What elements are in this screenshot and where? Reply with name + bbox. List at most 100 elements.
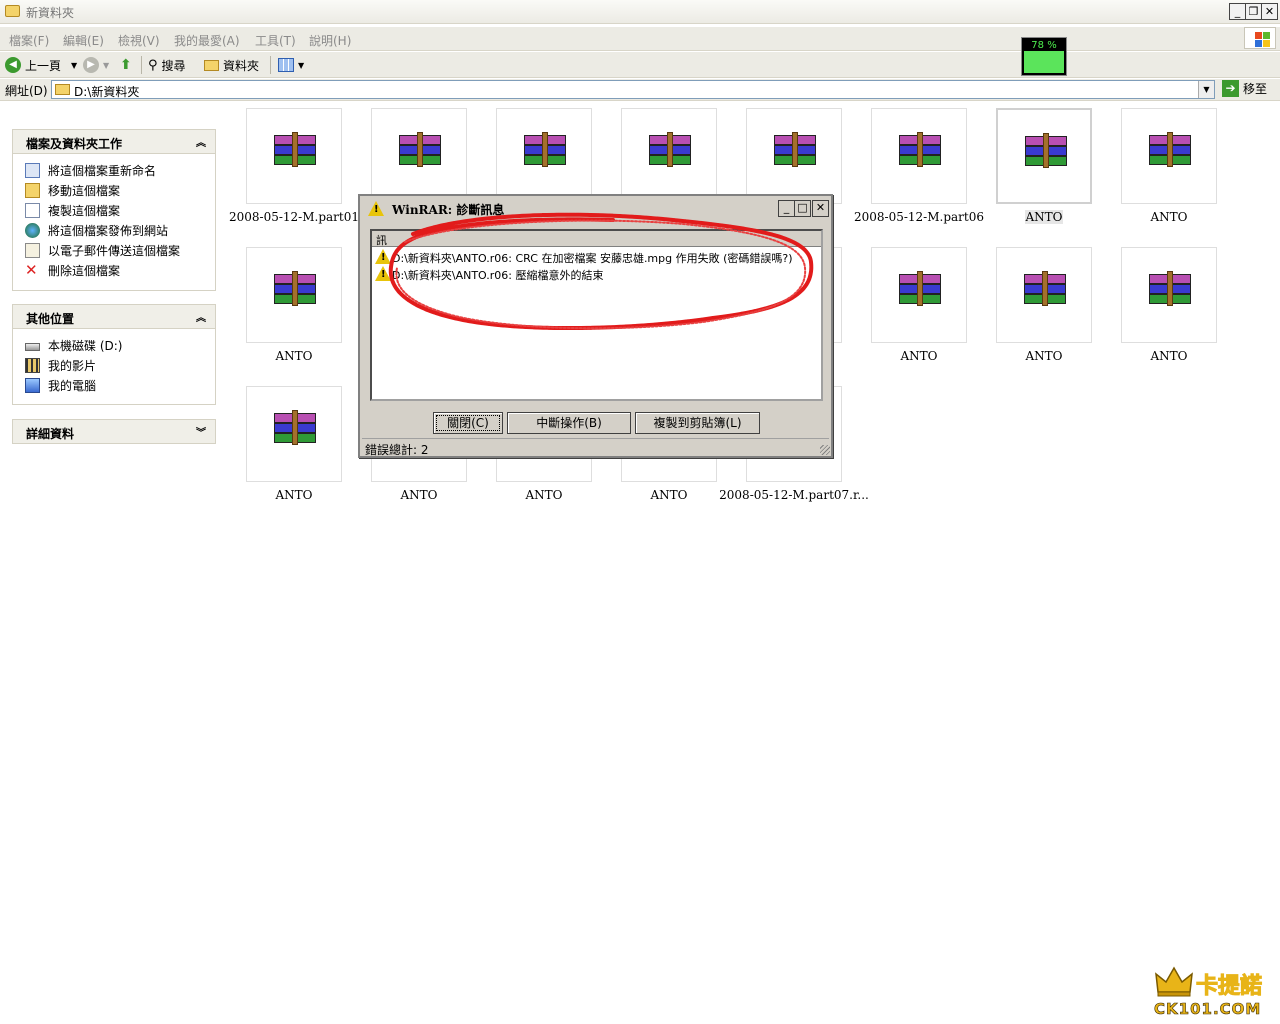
- menu-edit[interactable]: 編輯(E): [63, 32, 104, 49]
- menu-tools[interactable]: 工具(T): [255, 32, 296, 49]
- file-thumbnail[interactable]: [496, 108, 592, 204]
- back-button[interactable]: ◀ 上一頁 ▼: [5, 55, 77, 75]
- task-rename[interactable]: 將這個檔案重新命名: [13, 160, 215, 180]
- file-name[interactable]: ANTO: [1091, 210, 1247, 224]
- watermark-brand: 卡提諾: [1195, 974, 1263, 1000]
- go-button[interactable]: ➔ 移至: [1222, 80, 1267, 97]
- file-name[interactable]: ANTO: [216, 349, 372, 363]
- file-tasks-title: 檔案及資料夾工作: [26, 137, 123, 151]
- menu-view[interactable]: 檢視(V): [118, 32, 160, 49]
- dialog-minimize-button[interactable]: _: [778, 200, 795, 217]
- file-thumbnail[interactable]: [1121, 247, 1217, 343]
- menu-help[interactable]: 說明(H): [309, 32, 351, 49]
- address-dropdown-button[interactable]: ▼: [1198, 81, 1214, 98]
- file-item[interactable]: 2008-05-12-M.part01: [229, 108, 359, 224]
- rename-icon: [25, 162, 40, 178]
- other-places-header[interactable]: 其他位置 ︽: [13, 305, 215, 329]
- resize-grip-icon[interactable]: [820, 445, 830, 455]
- views-icon: [278, 58, 294, 72]
- file-item[interactable]: [371, 108, 467, 204]
- address-field[interactable]: D:\新資料夾 ▼: [51, 80, 1215, 99]
- folder-icon: [55, 84, 70, 95]
- search-button[interactable]: ⚲ 搜尋: [148, 55, 186, 75]
- place-label: 我的電腦: [48, 378, 97, 393]
- file-item[interactable]: ANTO: [996, 247, 1092, 363]
- dialog-close-action-button[interactable]: 關閉(C): [433, 412, 503, 434]
- file-item[interactable]: ANTO: [246, 247, 342, 363]
- views-button[interactable]: ▼: [278, 55, 304, 75]
- file-thumbnail[interactable]: [871, 108, 967, 204]
- other-places-pane: 其他位置 ︽ 本機磁碟 (D:) 我的影片 我的電腦: [12, 304, 216, 405]
- file-item[interactable]: ANTO: [996, 108, 1092, 224]
- file-thumbnail[interactable]: [246, 247, 342, 343]
- task-move[interactable]: 移動這個檔案: [13, 180, 215, 200]
- file-name[interactable]: 2008-05-12-M.part07.r...: [716, 488, 872, 502]
- file-thumbnail[interactable]: [996, 108, 1092, 204]
- file-name[interactable]: ANTO: [1091, 349, 1247, 363]
- file-item[interactable]: 2008-05-12-M.part06: [854, 108, 984, 224]
- file-thumbnail[interactable]: [246, 386, 342, 482]
- winrar-archive-icon: [899, 271, 941, 312]
- place-my-computer[interactable]: 我的電腦: [13, 375, 215, 395]
- message-list[interactable]: 訊 ! D:\新資料夾\ANTO.r06: CRC 在加密檔案 安藤忠雄.mpg…: [370, 229, 823, 401]
- file-item[interactable]: ANTO: [1121, 247, 1217, 363]
- winrar-archive-icon: [899, 132, 941, 173]
- place-my-videos[interactable]: 我的影片: [13, 355, 215, 375]
- file-item[interactable]: ANTO: [1121, 108, 1217, 224]
- message-column-header[interactable]: 訊: [372, 231, 821, 247]
- place-local-disk[interactable]: 本機磁碟 (D:): [13, 335, 215, 355]
- file-item[interactable]: [621, 108, 717, 204]
- details-pane: 詳細資料 ︾: [12, 419, 216, 444]
- dialog-abort-button[interactable]: 中斷操作(B): [507, 412, 631, 434]
- collapse-icon[interactable]: ︽: [196, 134, 206, 149]
- winrar-archive-icon: [1024, 271, 1066, 312]
- file-thumbnail[interactable]: [1121, 108, 1217, 204]
- dialog-maximize-button[interactable]: □: [794, 200, 811, 217]
- dialog-status-bar: 錯誤總計: 2: [362, 438, 829, 457]
- forward-button[interactable]: ▶ ▼: [83, 55, 109, 75]
- task-delete[interactable]: ✕ 刪除這個檔案: [13, 260, 215, 280]
- folders-button[interactable]: 資料夾: [204, 55, 259, 75]
- winrar-diagnostic-dialog: ! WinRAR: 診斷訊息 _ □ ✕ 訊 ! D:\新資料夾\ANTO.r0…: [358, 194, 833, 458]
- winrar-archive-icon: [274, 132, 316, 173]
- file-thumbnail[interactable]: [621, 108, 717, 204]
- copy-icon: [25, 202, 40, 218]
- file-item[interactable]: 05: [746, 108, 842, 224]
- address-value: D:\新資料夾: [74, 85, 140, 99]
- task-copy[interactable]: 複製這個檔案: [13, 200, 215, 220]
- envelope-icon: [25, 242, 40, 258]
- details-title: 詳細資料: [26, 427, 75, 441]
- cpu-meter-bar: [1024, 51, 1064, 73]
- file-name[interactable]: 2008-05-12-M.part01: [216, 210, 372, 224]
- task-label: 刪除這個檔案: [48, 263, 121, 278]
- file-tasks-header[interactable]: 檔案及資料夾工作 ︽: [13, 130, 215, 154]
- winrar-archive-icon: [274, 271, 316, 312]
- file-thumbnail[interactable]: [746, 108, 842, 204]
- warning-icon: !: [375, 249, 391, 264]
- file-thumbnail[interactable]: [246, 108, 342, 204]
- message-row[interactable]: D:\新資料夾\ANTO.r06: CRC 在加密檔案 安藤忠雄.mpg 作用失…: [392, 250, 793, 266]
- minimize-button[interactable]: _: [1229, 3, 1246, 20]
- up-folder-button[interactable]: ⬆: [120, 55, 132, 75]
- warning-icon: !: [375, 266, 391, 281]
- dialog-close-button[interactable]: ✕: [812, 200, 829, 217]
- menu-file[interactable]: 檔案(F): [9, 32, 49, 49]
- expand-icon[interactable]: ︾: [196, 424, 206, 439]
- task-email[interactable]: 以電子郵件傳送這個檔案: [13, 240, 215, 260]
- warning-icon: !: [368, 201, 384, 216]
- file-item[interactable]: ANTO: [246, 386, 342, 502]
- restore-button[interactable]: ❐: [1245, 3, 1262, 20]
- file-item[interactable]: [496, 108, 592, 204]
- collapse-icon[interactable]: ︽: [196, 309, 206, 324]
- details-header[interactable]: 詳細資料 ︾: [13, 420, 215, 444]
- close-button[interactable]: ✕: [1261, 3, 1278, 20]
- menu-favorites[interactable]: 我的最愛(A): [174, 32, 240, 49]
- dialog-copy-clipboard-button[interactable]: 複製到剪貼簿(L): [635, 412, 760, 434]
- file-thumbnail[interactable]: [371, 108, 467, 204]
- task-publish[interactable]: 將這個檔案發佈到網站: [13, 220, 215, 240]
- file-thumbnail[interactable]: [871, 247, 967, 343]
- file-item[interactable]: ANTO: [871, 247, 967, 363]
- message-row[interactable]: D:\新資料夾\ANTO.r06: 壓縮檔意外的結束: [392, 267, 604, 283]
- file-thumbnail[interactable]: [996, 247, 1092, 343]
- folder-icon: [5, 5, 20, 17]
